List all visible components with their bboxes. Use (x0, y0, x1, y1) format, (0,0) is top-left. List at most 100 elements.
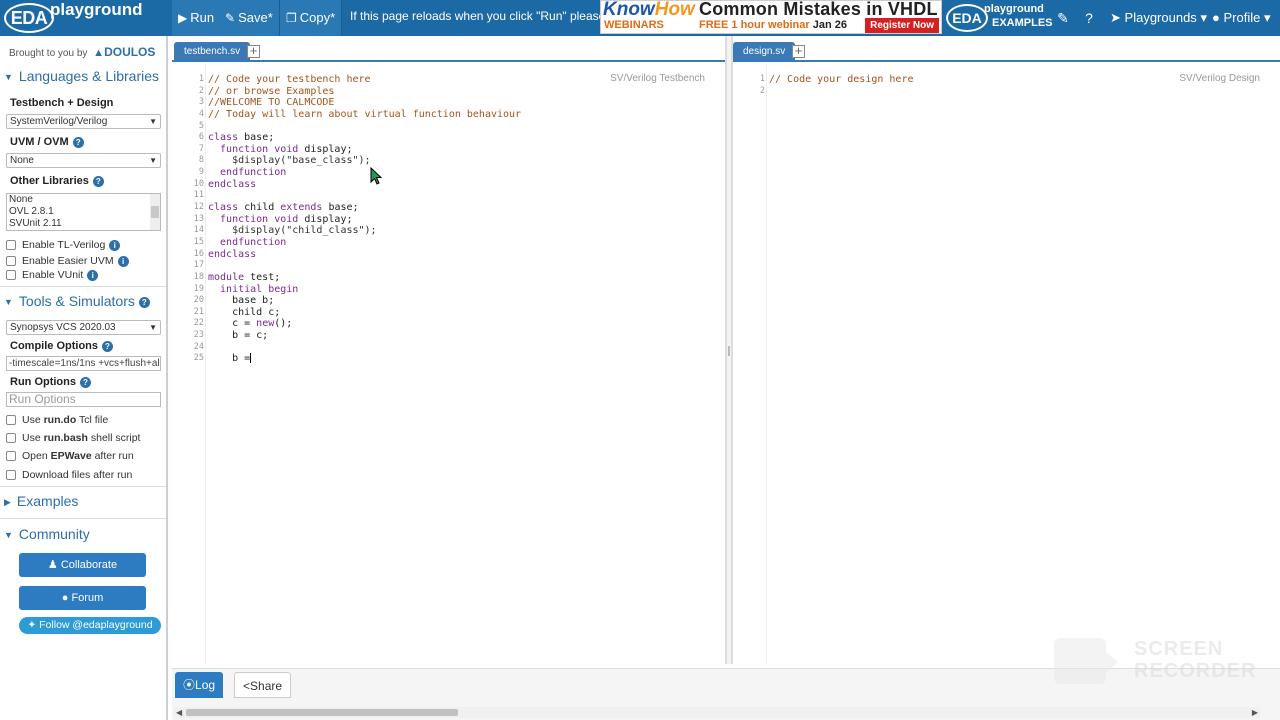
code-line[interactable] (769, 86, 914, 98)
code-line[interactable] (208, 121, 521, 133)
copy-button[interactable]: ❐ Copy* (280, 0, 343, 36)
open-epwave-check[interactable]: Open EPWave after run (6, 450, 134, 462)
compile-options-input[interactable]: -timescale=1ns/1ns +vcs+flush+all (6, 356, 161, 371)
scrollbar-thumb[interactable] (186, 709, 458, 716)
community-section[interactable]: ▼ Community (0, 526, 166, 542)
code-line[interactable]: class base; (208, 132, 521, 144)
help-icon[interactable]: ? (72, 136, 84, 148)
checkbox[interactable] (6, 240, 16, 251)
checkbox[interactable] (6, 470, 16, 481)
run-options-input[interactable]: Run Options (6, 392, 161, 407)
tab-testbench[interactable]: testbench.sv (174, 42, 251, 62)
testbench-code-area[interactable]: // Code your testbench here// or browse … (208, 74, 521, 365)
webinar-ad-banner[interactable]: KnowHow WEBINARS Common Mistakes in VHDL… (600, 0, 942, 34)
code-line[interactable]: endclass (208, 249, 521, 261)
enable-tl-verilog-check[interactable]: Enable TL-Verilog i (6, 239, 121, 251)
doulos-logo[interactable]: DOULOS (104, 45, 155, 59)
enable-easier-uvm-check[interactable]: Enable Easier UVM i (6, 255, 129, 267)
line-number: 11 (193, 190, 204, 201)
collaborate-button[interactable]: ♟ Collaborate (19, 553, 146, 577)
checkbox[interactable] (6, 451, 16, 462)
save-button[interactable]: ✎ Save* (219, 0, 280, 36)
run-button[interactable]: ▶ Run (172, 0, 222, 36)
code-line[interactable]: function void display; (208, 214, 521, 226)
code-line[interactable]: endclass (208, 179, 521, 191)
info-icon[interactable]: i (109, 239, 121, 251)
checkbox[interactable] (6, 433, 16, 444)
examples-section[interactable]: ▶ Examples (0, 493, 166, 509)
uvm-select[interactable]: None ▼ (6, 153, 161, 168)
code-line[interactable]: // Code your testbench here (208, 74, 521, 86)
info-icon[interactable]: i (87, 269, 99, 281)
horizontal-scrollbar[interactable]: ◀ ▶ (174, 707, 1260, 718)
enable-vunit-check[interactable]: Enable VUnit i (6, 269, 99, 281)
forum-button[interactable]: ● Forum (19, 586, 146, 610)
scroll-left-icon[interactable]: ◀ (176, 708, 182, 717)
code-line[interactable]: base b; (208, 295, 521, 307)
code-line[interactable]: // Today will learn about virtual functi… (208, 109, 521, 121)
code-line[interactable]: // or browse Examples (208, 86, 521, 98)
code-line[interactable]: child c; (208, 307, 521, 319)
eda-examples-logo[interactable]: EDA playground EXAMPLES (944, 2, 1053, 34)
library-option[interactable]: None (7, 194, 160, 206)
code-line[interactable]: class child extends base; (208, 202, 521, 214)
checkbox[interactable] (6, 256, 16, 267)
scroll-right-icon[interactable]: ▶ (1252, 708, 1258, 717)
language-select[interactable]: SystemVerilog/Verilog ▼ (6, 114, 161, 129)
help-icon[interactable]: ? (1076, 0, 1102, 36)
ad-register-button[interactable]: Register Now (865, 18, 939, 33)
checkbox[interactable] (6, 415, 16, 426)
playgrounds-dropdown[interactable]: ➤ Playgrounds ▾ (1106, 0, 1207, 36)
languages-libraries-section[interactable]: ▼ Languages & Libraries (0, 68, 166, 84)
help-icon[interactable]: ? (102, 340, 113, 352)
code-line[interactable]: $display("child_class"); (208, 225, 521, 237)
download-files-check[interactable]: Download files after run (6, 469, 132, 481)
splitter-grip[interactable] (728, 346, 730, 356)
languages-section-title: Languages & Libraries (18, 68, 160, 84)
other-libraries-label-text: Other Libraries (10, 175, 89, 187)
other-libraries-list[interactable]: None OVL 2.8.1 SVUnit 2.11 (6, 193, 161, 231)
library-option[interactable]: OVL 2.8.1 (7, 206, 160, 218)
tab-design[interactable]: design.sv (733, 42, 796, 62)
tools-simulators-section[interactable]: ▼ Tools & Simulators? (0, 293, 166, 309)
chevron-down-icon: ▼ (149, 117, 157, 126)
library-option[interactable]: SVUnit 2.11 (7, 218, 160, 230)
code-line[interactable]: c = new(); (208, 318, 521, 330)
code-line[interactable] (208, 190, 521, 202)
code-line[interactable]: endfunction (208, 237, 521, 249)
code-line[interactable]: // Code your design here (769, 74, 914, 86)
reload-notice[interactable]: If this page reloads when you click "Run… (342, 0, 600, 36)
add-file-icon[interactable]: + (792, 44, 805, 58)
code-line[interactable] (208, 260, 521, 272)
checkbox[interactable] (6, 270, 16, 281)
edit-icon[interactable]: ✎ (1050, 0, 1076, 36)
design-code-area[interactable]: // Code your design here (769, 74, 914, 97)
code-line[interactable] (208, 342, 521, 354)
profile-dropdown[interactable]: ● Profile ▾ (1208, 0, 1271, 36)
code-line[interactable]: $display("base_class"); (208, 155, 521, 167)
code-line[interactable]: //WELCOME TO CALMCODE (208, 97, 521, 109)
code-line[interactable]: initial begin (208, 284, 521, 296)
add-file-icon[interactable]: + (247, 44, 260, 58)
code-token: endfunction (208, 167, 287, 179)
help-icon[interactable]: ? (80, 376, 91, 388)
info-icon[interactable]: i (117, 255, 129, 267)
tab-log[interactable]: ⦿Log (175, 672, 224, 698)
simulator-select[interactable]: Synopsys VCS 2020.03 ▼ (6, 320, 161, 335)
code-line[interactable]: module test; (208, 272, 521, 284)
code-line[interactable]: b = (208, 353, 521, 365)
list-scrollbar-thumb[interactable] (151, 206, 159, 218)
code-token: endclass (208, 178, 257, 190)
use-run-do-check[interactable]: Use run.do Tcl file (6, 414, 108, 426)
tab-share[interactable]: <Share (234, 672, 292, 698)
code-line[interactable]: endfunction (208, 167, 521, 179)
help-icon[interactable]: ? (92, 175, 104, 187)
use-run-bash-check[interactable]: Use run.bash shell script (6, 432, 140, 444)
line-number: 16 (193, 248, 204, 259)
follow-twitter-button[interactable]: ✦ Follow @edaplayground (19, 617, 161, 634)
code-token: // or browse Examples (208, 85, 335, 97)
code-line[interactable]: function void display; (208, 144, 521, 156)
code-line[interactable]: b = c; (208, 330, 521, 342)
help-icon[interactable]: ? (138, 296, 150, 308)
eda-playground-logo[interactable]: EDA playground (0, 0, 170, 36)
